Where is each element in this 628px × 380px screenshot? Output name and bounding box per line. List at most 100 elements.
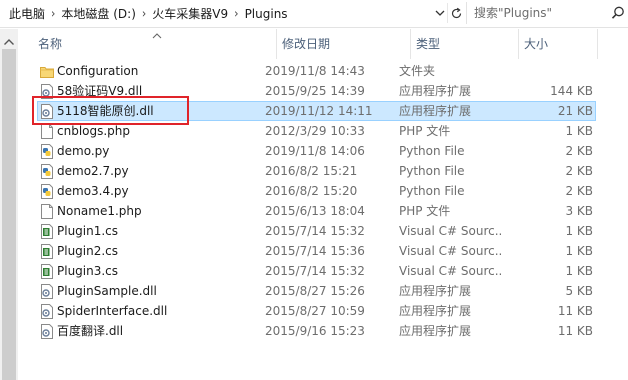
breadcrumb-plugins[interactable]: Plugins (245, 7, 288, 21)
file-type: Python File (399, 184, 465, 198)
blank-file-icon (40, 204, 54, 219)
file-size (501, 63, 593, 80)
file-size: 21 KB (557, 104, 593, 118)
file-row-selected[interactable]: 5118智能原创.dll 2019/11/12 14:11 应用程序扩展 21 … (37, 101, 596, 121)
file-type: 应用程序扩展 (399, 324, 472, 338)
file-size: 11 KB (557, 324, 593, 338)
breadcrumb-local-disk[interactable]: 本地磁盘 (D:) (61, 5, 135, 22)
file-date: 2012/3/29 10:33 (265, 124, 365, 138)
file-name: PluginSample.dll (57, 284, 157, 298)
column-header-type[interactable]: 类型 (411, 29, 519, 59)
file-type: Visual C# Sourc... (399, 224, 501, 238)
refresh-icon[interactable] (447, 3, 465, 23)
file-size: 1 KB (565, 224, 593, 238)
file-row[interactable]: Noname1.php 2015/6/13 18:04 PHP 文件 3 KB (37, 201, 596, 221)
breadcrumb-this-pc[interactable]: 此电脑 (9, 5, 45, 22)
file-type: Python File (399, 164, 465, 178)
file-name: demo2.7.py (57, 164, 129, 178)
file-type: Python File (399, 144, 465, 158)
file-type: Visual C# Sourc... (399, 264, 501, 278)
file-size: 1 KB (565, 244, 593, 258)
dll-file-icon (40, 84, 54, 99)
file-size: 1 KB (565, 264, 593, 278)
breadcrumb[interactable]: 此电脑 › 本地磁盘 (D:) › 火车采集器V9 › Plugins (0, 1, 433, 26)
file-type: PHP 文件 (399, 124, 451, 138)
file-row[interactable]: Configuration 2019/11/8 14:43 文件夹 (37, 61, 596, 81)
column-header-size[interactable]: 大小 (519, 29, 598, 59)
dll-file-icon (40, 324, 54, 339)
file-name: cnblogs.php (57, 124, 131, 138)
file-size: 2 KB (565, 184, 593, 198)
file-explorer-window: 此电脑 › 本地磁盘 (D:) › 火车采集器V9 › Plugins 搜索"P… (0, 0, 628, 380)
file-row[interactable]: demo2.7.py 2016/8/2 15:21 Python File 2 … (37, 161, 596, 181)
navigation-pane-scrollbar[interactable] (0, 29, 18, 380)
file-date: 2015/7/14 15:32 (265, 224, 365, 238)
file-date: 2015/9/25 14:39 (265, 84, 365, 98)
file-date: 2019/11/8 14:43 (265, 64, 365, 78)
file-row[interactable]: 百度翻译.dll 2015/9/16 15:23 应用程序扩展 11 KB (37, 321, 596, 341)
file-row[interactable]: demo.py 2019/11/8 14:06 Python File 2 KB (37, 141, 596, 161)
address-history-chevron-down-icon[interactable] (433, 5, 447, 21)
search-box (466, 2, 628, 24)
csharp-file-icon (40, 264, 54, 279)
dll-file-icon (40, 284, 54, 299)
python-file-icon (40, 144, 54, 159)
file-type: Visual C# Sourc... (399, 244, 501, 258)
file-row[interactable]: Plugin1.cs 2015/7/14 15:32 Visual C# Sou… (37, 221, 596, 241)
file-date: 2015/7/14 15:32 (265, 264, 365, 278)
file-row[interactable]: cnblogs.php 2012/3/29 10:33 PHP 文件 1 KB (37, 121, 596, 141)
file-type: 文件夹 (399, 64, 436, 78)
breadcrumb-separator-icon[interactable]: › (142, 6, 146, 20)
file-size: 2 KB (565, 164, 593, 178)
file-size: 1 KB (565, 124, 593, 138)
column-header-name[interactable]: 名称 (33, 29, 277, 59)
csharp-file-icon (40, 244, 54, 259)
dll-file-icon (40, 104, 54, 119)
python-file-icon (40, 164, 54, 179)
column-header-date[interactable]: 修改日期 (277, 29, 411, 59)
address-bar: 此电脑 › 本地磁盘 (D:) › 火车采集器V9 › Plugins (0, 0, 628, 28)
file-name: Plugin1.cs (57, 224, 119, 238)
file-type: 应用程序扩展 (399, 84, 472, 98)
file-type: 应用程序扩展 (399, 304, 472, 318)
folder-icon (40, 64, 54, 79)
search-input[interactable] (467, 2, 607, 24)
search-icon[interactable] (610, 5, 626, 21)
file-size: 11 KB (557, 304, 593, 318)
python-file-icon (40, 184, 54, 199)
dll-file-icon (40, 304, 54, 319)
file-size: 3 KB (565, 204, 593, 218)
file-name: SpiderInterface.dll (57, 304, 168, 318)
file-name: 58验证码V9.dll (57, 84, 143, 98)
file-name: demo3.4.py (57, 184, 129, 198)
file-row[interactable]: 58验证码V9.dll 2015/9/25 14:39 应用程序扩展 144 K… (37, 81, 596, 101)
file-date: 2015/8/27 10:59 (265, 304, 365, 318)
file-date: 2016/8/2 15:20 (265, 184, 358, 198)
file-row[interactable]: Plugin2.cs 2015/7/14 15:36 Visual C# Sou… (37, 241, 596, 261)
csharp-file-icon (40, 224, 54, 239)
file-date: 2015/6/13 18:04 (265, 204, 365, 218)
file-type: PHP 文件 (399, 204, 451, 218)
file-date: 2015/9/16 15:23 (265, 324, 365, 338)
file-size: 2 KB (565, 144, 593, 158)
file-date: 2019/11/12 14:11 (265, 104, 373, 118)
file-name: demo.py (57, 144, 110, 158)
file-name: Noname1.php (57, 204, 142, 218)
file-date: 2016/8/2 15:21 (265, 164, 358, 178)
breadcrumb-separator-icon[interactable]: › (51, 6, 55, 20)
file-row[interactable]: demo3.4.py 2016/8/2 15:20 Python File 2 … (37, 181, 596, 201)
file-name: 5118智能原创.dll (57, 104, 154, 118)
scroll-up-arrow-icon[interactable] (3, 35, 15, 45)
scrollbar-thumb[interactable] (2, 49, 16, 380)
breadcrumb-separator-icon[interactable]: › (234, 6, 238, 20)
file-size: 5 KB (565, 284, 593, 298)
breadcrumb-collector-folder[interactable]: 火车采集器V9 (152, 5, 228, 22)
file-row[interactable]: SpiderInterface.dll 2015/8/27 10:59 应用程序… (37, 301, 596, 321)
file-row[interactable]: PluginSample.dll 2015/8/27 15:26 应用程序扩展 … (37, 281, 596, 301)
file-date: 2015/7/14 15:36 (265, 244, 365, 258)
file-name: Configuration (57, 64, 139, 78)
file-size: 144 KB (550, 84, 593, 98)
file-name: 百度翻译.dll (57, 324, 124, 338)
file-type: 应用程序扩展 (399, 284, 472, 298)
file-row[interactable]: Plugin3.cs 2015/7/14 15:32 Visual C# Sou… (37, 261, 596, 281)
